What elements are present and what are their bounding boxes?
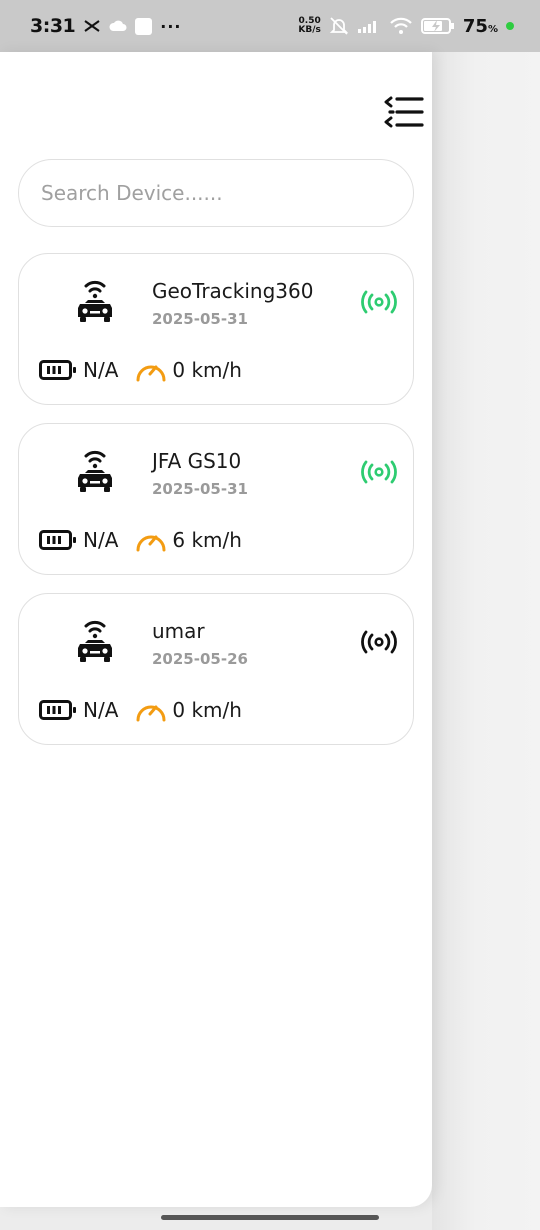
device-stats: N/A 0 km/h bbox=[39, 697, 242, 723]
status-time: 3:31 bbox=[30, 15, 76, 37]
scissors-icon bbox=[84, 20, 100, 32]
battery-value: N/A bbox=[83, 528, 119, 552]
signal-broadcast-icon bbox=[361, 290, 397, 314]
battery-percent: 75% bbox=[462, 15, 498, 37]
wifi-icon bbox=[390, 17, 412, 34]
battery-icon bbox=[39, 360, 76, 380]
connected-car-icon bbox=[78, 280, 112, 322]
device-name: umar bbox=[152, 619, 205, 643]
bell-muted-icon bbox=[329, 17, 349, 35]
menu-collapse-button[interactable] bbox=[382, 95, 426, 129]
search-bar[interactable] bbox=[18, 159, 414, 227]
signal-broadcast-icon bbox=[361, 460, 397, 484]
network-speed: 0.50 KB/s bbox=[298, 16, 321, 35]
cloud-icon bbox=[109, 20, 127, 31]
battery-charging-icon bbox=[420, 18, 454, 34]
device-stats: N/A 0 km/h bbox=[39, 357, 242, 383]
speed-value: 0 km/h bbox=[172, 358, 242, 382]
home-indicator[interactable] bbox=[161, 1215, 379, 1220]
status-bar: 3:31 ··· 0.50 KB/s 75% bbox=[0, 0, 540, 52]
battery-value: N/A bbox=[83, 358, 119, 382]
speed-value: 0 km/h bbox=[172, 698, 242, 722]
menu-collapse-icon bbox=[384, 96, 424, 128]
device-card[interactable]: GeoTracking360 2025-05-31 N/A 0 km/h bbox=[18, 253, 414, 405]
device-drawer: GeoTracking360 2025-05-31 N/A 0 km/h bbox=[0, 52, 432, 1207]
more-notifications-icon: ··· bbox=[160, 16, 182, 36]
device-date: 2025-05-31 bbox=[152, 480, 248, 498]
speed-value: 6 km/h bbox=[172, 528, 242, 552]
battery-value: N/A bbox=[83, 698, 119, 722]
device-date: 2025-05-31 bbox=[152, 310, 248, 328]
speedometer-icon bbox=[136, 705, 166, 722]
drawer-scrim[interactable] bbox=[432, 52, 540, 1230]
battery-icon bbox=[39, 530, 76, 550]
search-input[interactable] bbox=[41, 181, 381, 205]
device-name: GeoTracking360 bbox=[152, 279, 314, 303]
device-stats: N/A 6 km/h bbox=[39, 527, 242, 553]
device-name: JFA GS10 bbox=[152, 449, 242, 473]
signal-broadcast-icon bbox=[361, 630, 397, 654]
device-card[interactable]: JFA GS10 2025-05-31 N/A 6 km/h bbox=[18, 423, 414, 575]
connected-car-icon bbox=[78, 620, 112, 662]
notification-square-icon bbox=[135, 17, 153, 35]
privacy-indicator-dot bbox=[506, 22, 514, 30]
speedometer-icon bbox=[136, 535, 166, 552]
speedometer-icon bbox=[136, 365, 166, 382]
connected-car-icon bbox=[78, 450, 112, 492]
cell-signal-icon bbox=[357, 21, 376, 33]
battery-icon bbox=[39, 700, 76, 720]
device-date: 2025-05-26 bbox=[152, 650, 248, 668]
device-card[interactable]: umar 2025-05-26 N/A 0 km/h bbox=[18, 593, 414, 745]
